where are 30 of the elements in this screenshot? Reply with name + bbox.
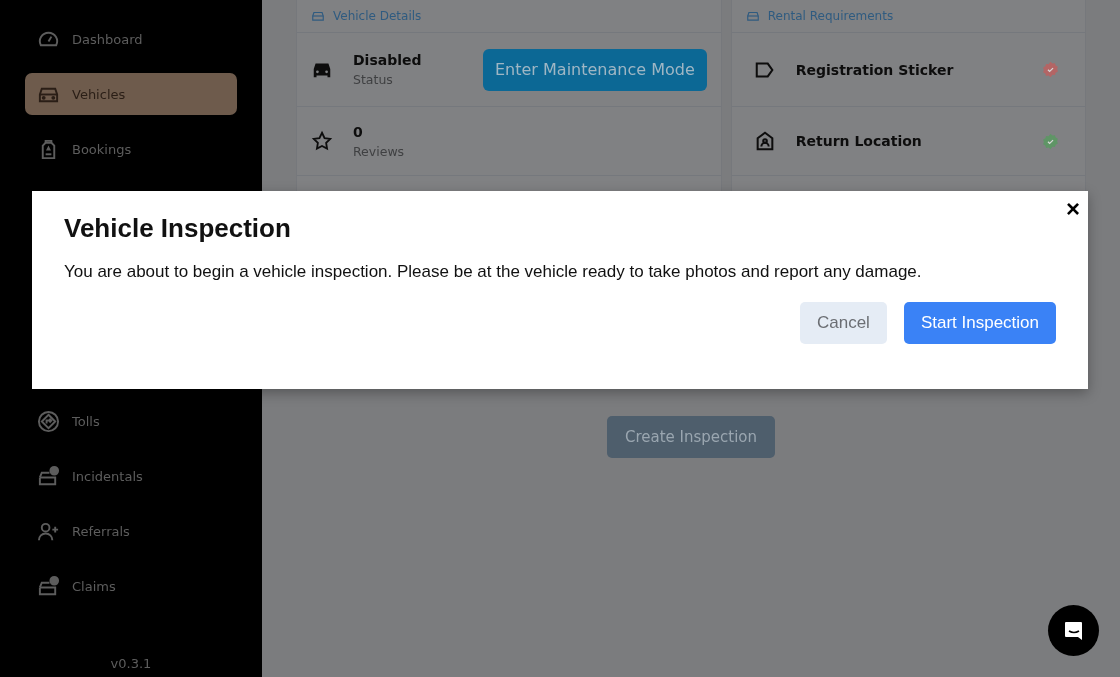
create-inspection-button[interactable]: Create Inspection [606, 416, 776, 458]
row-label: Status [353, 72, 394, 87]
card-title: Vehicle Details [333, 9, 422, 23]
version-label: v0.3.1 [109, 656, 153, 671]
sidebar-item[interactable]: Dashboard [25, 18, 237, 60]
row-label: Reviews [353, 143, 406, 159]
cancel-button[interactable]: Cancel [799, 302, 887, 344]
start-inspection-button[interactable]: Start Inspection [903, 302, 1056, 344]
car-icon [311, 9, 325, 23]
card-title: Rental Requirements [767, 9, 894, 23]
car-alert-icon [37, 574, 60, 598]
sidebar-item[interactable]: Bookings [25, 128, 237, 170]
sidebar-item[interactable]: Claims [25, 565, 237, 607]
maintenance-mode-button[interactable]: Enter Maintenance Mode [483, 48, 707, 91]
sidebar-item[interactable]: Tolls [25, 400, 237, 442]
dialog-message: You are about to begin a vehicle inspection. Please be at the vehicle ready to take photos and report any damage. [64, 262, 923, 282]
road-sign-icon [37, 409, 60, 433]
close-button[interactable]: × [1060, 195, 1086, 223]
sidebar-item[interactable]: Referrals [25, 510, 237, 552]
dialog-title: Vehicle Inspection [64, 213, 292, 244]
star-icon [311, 130, 333, 152]
car-alert-icon [37, 464, 60, 488]
sidebar-item[interactable]: Vehicles [25, 73, 237, 115]
chat-launcher-button[interactable] [1048, 605, 1099, 656]
row-value: Disabled [353, 52, 423, 68]
sidebar-item[interactable]: Incidentals [25, 455, 237, 497]
requirement-label: Return Location [795, 133, 923, 149]
car-icon [745, 9, 760, 23]
row-value: 0 [353, 123, 364, 140]
requirement-label: Registration Sticker [795, 61, 955, 78]
